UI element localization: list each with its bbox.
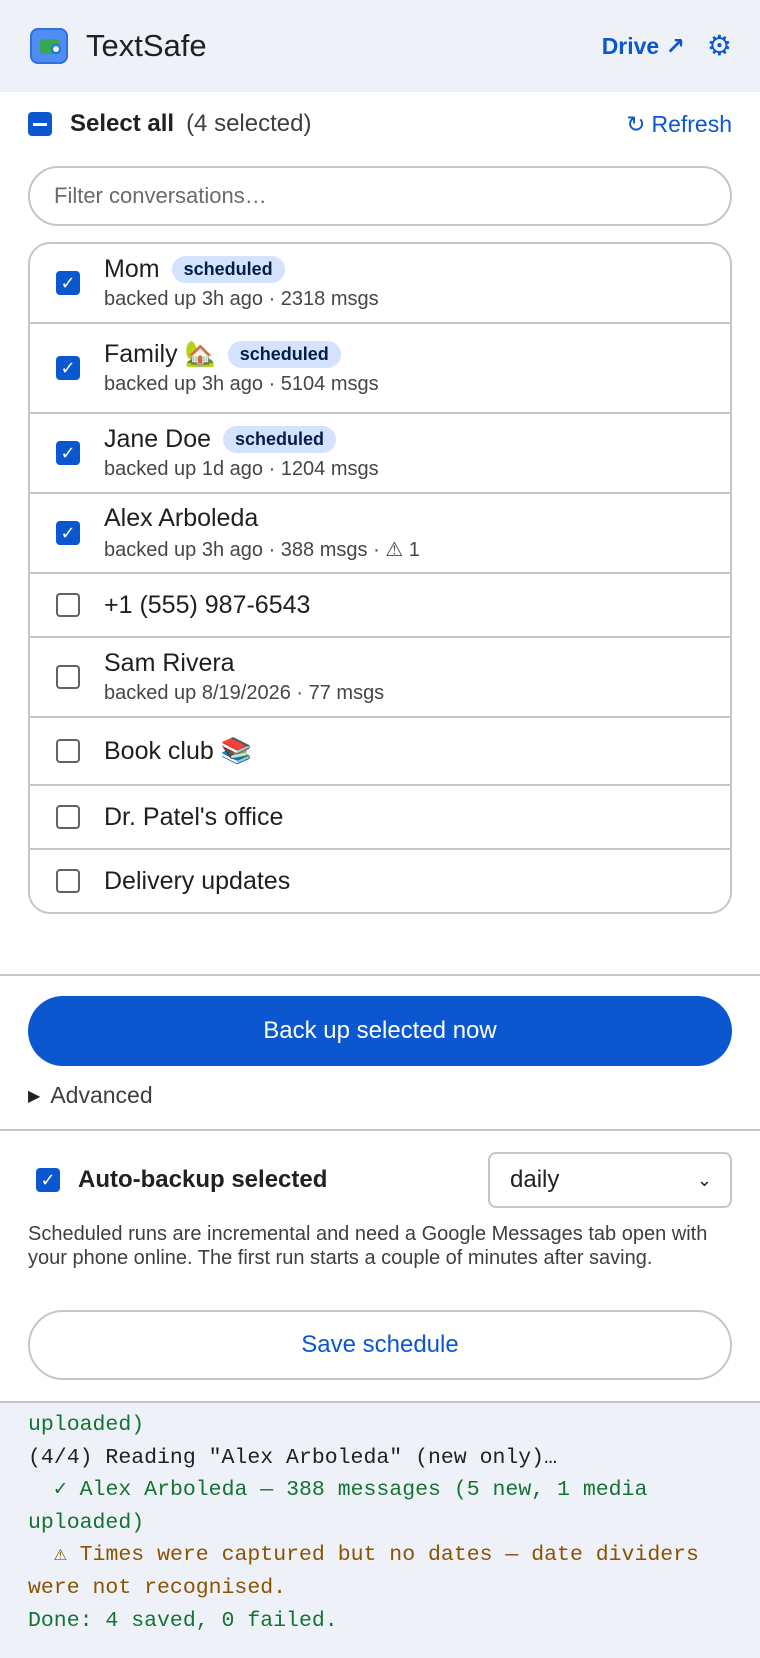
filter-input[interactable] — [28, 166, 732, 226]
log-line: (4/4) Reading "Alex Arboleda" (new only)… — [28, 1445, 557, 1470]
scheduled-badge: scheduled — [227, 341, 341, 368]
conversation-checkbox[interactable]: ✓ — [56, 271, 80, 295]
conversation-name-row: Family 🏡 scheduled — [104, 340, 379, 369]
conversation-meta: backed up 8/19/2026 · 77 msgs — [104, 682, 385, 704]
refresh-icon: ↻ — [626, 110, 646, 137]
conversation-meta: backed up 1d ago · 1204 msgs — [104, 458, 379, 480]
conversation-row[interactable]: Dr. Patel's office — [30, 784, 730, 848]
selected-count: (4 selected) — [186, 110, 312, 137]
section-divider — [0, 974, 760, 976]
log-line: ⚠ Times were captured but no dates — dat… — [28, 1543, 712, 1600]
conversation-checkbox[interactable] — [56, 593, 80, 617]
conversation-checkbox[interactable]: ✓ — [56, 356, 80, 380]
conversation-row[interactable]: ✓ Alex Arboleda backed up 3h ago · 388 msg… — [30, 492, 730, 572]
disclosure-triangle-icon: ▶ — [28, 1087, 41, 1105]
conversation-list: ✓ Mom scheduled backed up 3h ago · 2318 msg… — [28, 242, 732, 914]
chevron-down-icon: ⌄ — [696, 1169, 712, 1190]
auto-backup-checkbox[interactable]: ✓ — [36, 1168, 60, 1192]
conversation-name-row: Alex Arboleda — [104, 504, 420, 533]
conversation-name: Family 🏡 — [104, 340, 216, 368]
save-schedule-button[interactable]: Save schedule — [28, 1310, 732, 1380]
log-line: Done: 4 saved, 0 failed. — [28, 1608, 338, 1633]
conversation-name-row: Mom scheduled — [104, 255, 379, 284]
conversation-text: Mom scheduled backed up 3h ago · 2318 msgs — [104, 255, 379, 311]
frequency-select[interactable]: daily ⌄ — [488, 1152, 732, 1208]
conversation-text: +1 (555) 987-6543 — [104, 591, 310, 620]
conversation-checkbox[interactable] — [56, 665, 80, 689]
refresh-button[interactable]: ↻ Refresh — [626, 111, 732, 138]
scheduled-badge: scheduled — [223, 426, 337, 453]
conversation-row[interactable]: Delivery updates — [30, 848, 730, 912]
conversation-checkbox[interactable] — [56, 869, 80, 893]
conversation-text: Jane Doe scheduled backed up 1d ago · 1204… — [104, 425, 379, 481]
conversation-name: Mom — [104, 255, 160, 283]
conversation-row[interactable]: Book club 📚 — [30, 716, 730, 784]
conversation-row[interactable]: ✓ Jane Doe scheduled backed up 1d ago · 120… — [30, 412, 730, 492]
conversation-text: Dr. Patel's office — [104, 803, 283, 832]
conversation-row[interactable]: Sam Rivera backed up 8/19/2026 · 77 msgs — [30, 636, 730, 716]
conversation-name: Jane Doe — [104, 425, 212, 453]
drive-link[interactable]: Drive ↗ — [602, 33, 685, 60]
conversation-text: Alex Arboleda backed up 3h ago · 388 msgs… — [104, 504, 420, 562]
gear-icon[interactable]: ⚙ — [707, 32, 732, 60]
conversation-name-row: +1 (555) 987-6543 — [104, 591, 310, 620]
app-title: TextSafe — [86, 28, 207, 63]
conversation-name: +1 (555) 987-6543 — [104, 590, 311, 619]
conversation-checkbox[interactable] — [56, 805, 80, 829]
select-all-row: Select all (4 selected) ↻ Refresh — [28, 110, 732, 138]
auto-backup-row: ✓ Auto-backup selected daily ⌄ — [36, 1152, 732, 1208]
advanced-label: Advanced — [50, 1082, 153, 1108]
scheduled-badge: scheduled — [171, 256, 285, 283]
app-header: TextSafe Drive ↗ ⚙ — [0, 0, 760, 92]
conversation-row[interactable]: ✓ Family 🏡 scheduled backed up 3h ago · 510… — [30, 322, 730, 412]
conversation-row[interactable]: ✓ Mom scheduled backed up 3h ago · 2318 msg… — [30, 244, 730, 322]
conversation-name-row: Delivery updates — [104, 867, 290, 896]
conversation-text: Book club 📚 — [104, 737, 252, 766]
log-line: ✓ Alex Arboleda — 388 messages (5 new, 1… — [28, 1478, 661, 1535]
select-all-checkbox[interactable] — [28, 112, 52, 136]
conversation-checkbox[interactable]: ✓ — [56, 521, 80, 545]
conversation-text: Family 🏡 scheduled backed up 3h ago · 5104… — [104, 340, 379, 396]
frequency-value: daily — [510, 1166, 560, 1193]
conversation-checkbox[interactable] — [56, 739, 80, 763]
conversation-row[interactable]: +1 (555) 987-6543 — [30, 572, 730, 636]
conversation-name: Dr. Patel's office — [104, 802, 284, 831]
conversation-name-row: Sam Rivera — [104, 649, 384, 678]
conversation-name-row: Dr. Patel's office — [104, 803, 283, 832]
conversation-name-row: Book club 📚 — [104, 737, 252, 766]
backup-now-button[interactable]: Back up selected now — [28, 996, 732, 1066]
conversation-meta: backed up 3h ago · 2318 msgs — [104, 288, 379, 310]
log-line: uploaded) — [28, 1413, 145, 1437]
auto-backup-label: Auto-backup selected — [78, 1166, 328, 1193]
activity-log[interactable]: uploaded) (4/4) Reading "Alex Arboleda" (… — [0, 1401, 760, 1658]
conversation-meta: backed up 3h ago · 5104 msgs — [104, 373, 379, 395]
conversation-name-row: Jane Doe scheduled — [104, 425, 379, 454]
conversation-meta: backed up 3h ago · 388 msgs · ⚠ 1 — [104, 539, 420, 561]
refresh-label: Refresh — [651, 110, 732, 137]
select-all-label: Select all — [70, 110, 175, 137]
conversation-name: Sam Rivera — [104, 649, 235, 677]
conversation-checkbox[interactable]: ✓ — [56, 441, 80, 465]
conversation-text: Delivery updates — [104, 867, 290, 896]
conversation-name: Delivery updates — [104, 866, 291, 895]
section-divider — [0, 1129, 760, 1131]
schedule-note: Scheduled runs are incremental and need … — [28, 1223, 708, 1269]
conversation-name: Book club 📚 — [104, 736, 252, 765]
conversation-text: Sam Rivera backed up 8/19/2026 · 77 msgs — [104, 649, 384, 705]
advanced-toggle[interactable]: ▶ Advanced — [28, 1082, 153, 1109]
app-logo-icon — [30, 28, 68, 64]
conversation-name: Alex Arboleda — [104, 504, 259, 532]
